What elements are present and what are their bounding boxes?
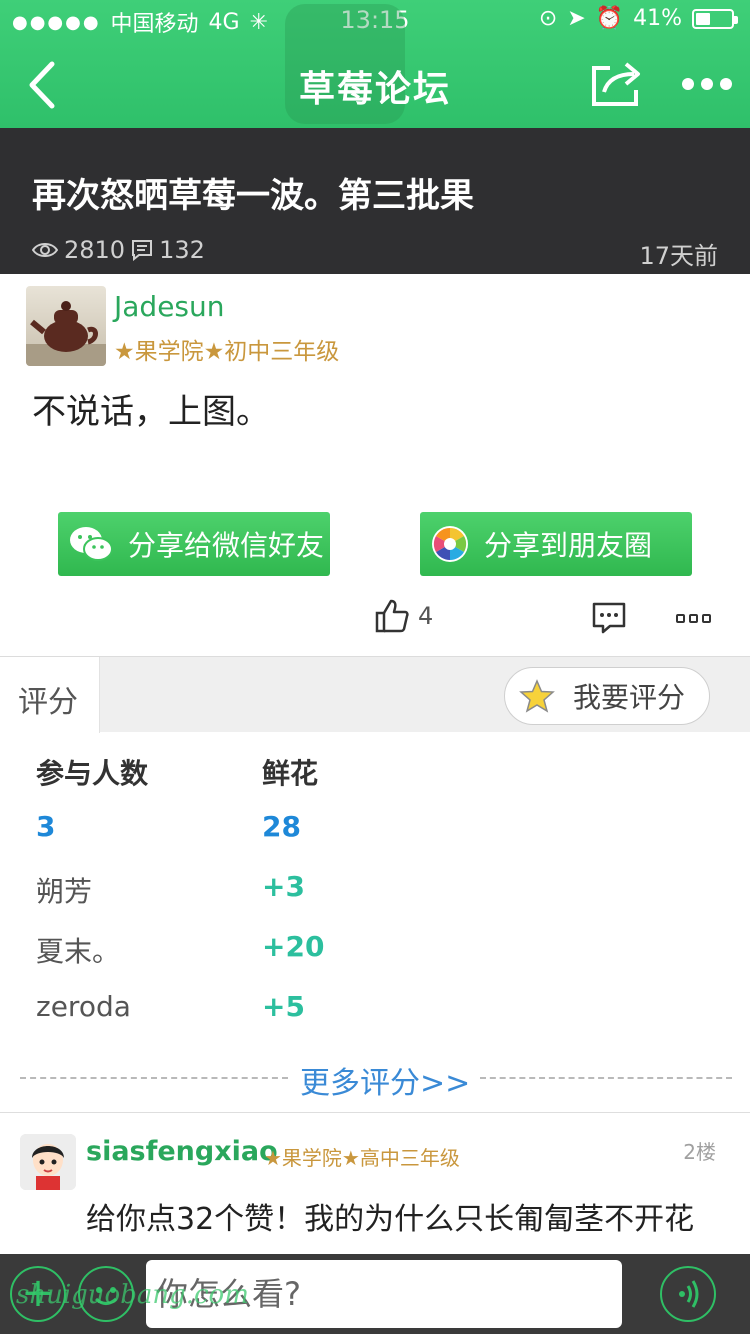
- post-more-button[interactable]: [676, 614, 711, 623]
- share-moments-label: 分享到朋友圈: [484, 529, 653, 562]
- more-menu-button[interactable]: [682, 72, 736, 96]
- battery-icon: [692, 8, 738, 29]
- comment-count: 132: [159, 236, 205, 264]
- square-dot: [702, 614, 711, 623]
- alarm-icon: ⏰: [595, 6, 624, 31]
- star-icon: [519, 679, 555, 713]
- author-avatar[interactable]: [26, 286, 106, 366]
- rating-bar: 评分 我要评分: [0, 656, 750, 733]
- dashed-divider: [480, 1077, 732, 1079]
- author-name[interactable]: Jadesun: [114, 290, 225, 323]
- rating-summary-row: 3 28: [36, 810, 636, 850]
- top-header: ●●●●● 中国移动 4G ✳ 13:15 ⊙ ➤ ⏰ 41% 草莓论坛: [0, 0, 750, 128]
- dot: [720, 78, 732, 90]
- comment-bubble-icon: [592, 602, 626, 634]
- share-icon: [592, 62, 640, 106]
- rating-row: 朔芳 +3: [36, 870, 636, 910]
- post-time: 17天前: [639, 242, 718, 270]
- share-wechat-button[interactable]: 分享给微信好友: [58, 512, 330, 576]
- flowers-header: 鲜花: [262, 757, 319, 790]
- comment-button[interactable]: [592, 602, 626, 638]
- emoji-button[interactable]: [78, 1266, 134, 1322]
- rating-row: zeroda +5: [36, 990, 636, 1030]
- rater-value: +20: [262, 930, 325, 963]
- rater-name[interactable]: 夏末。: [36, 930, 120, 970]
- like-count: 4: [418, 602, 434, 630]
- participants-count: 3: [36, 810, 56, 843]
- rater-value: +5: [262, 990, 305, 1023]
- square-dot: [689, 614, 698, 623]
- thumbs-up-icon: [375, 599, 409, 633]
- share-wechat-label: 分享给微信好友: [128, 529, 325, 562]
- rate-button[interactable]: 我要评分: [504, 667, 710, 725]
- location-icon: ➤: [567, 6, 586, 31]
- rater-name[interactable]: 朔芳: [36, 870, 92, 910]
- reply-avatar[interactable]: [20, 1134, 76, 1190]
- post-header: 再次怒晒草莓一波。第三批果 2810 132 17天前: [0, 128, 750, 274]
- view-count: 2810: [64, 236, 126, 264]
- dot: [682, 78, 694, 90]
- rotation-lock-icon: ⊙: [538, 6, 558, 31]
- rater-value: +3: [262, 870, 305, 903]
- like-button[interactable]: 4: [374, 598, 433, 634]
- post-title: 再次怒晒草莓一波。第三批果: [32, 176, 474, 216]
- voice-input-button[interactable]: [660, 1266, 716, 1322]
- tab-rating[interactable]: 评分: [0, 657, 100, 733]
- reply-author-rank: ★果学院★高中三年级: [264, 1146, 460, 1170]
- eye-icon: [32, 243, 58, 257]
- comment-count-icon: [132, 240, 153, 261]
- flowers-total: 28: [262, 810, 301, 843]
- rating-row: 夏末。 +20: [36, 930, 636, 970]
- battery-percent: 41%: [633, 6, 682, 31]
- participants-header: 参与人数: [36, 757, 149, 790]
- more-ratings-label: 更多评分>>: [300, 1066, 471, 1101]
- section-divider: [0, 1112, 750, 1113]
- share-moments-button[interactable]: 分享到朋友圈: [420, 512, 692, 576]
- post-body: 不说话，上图。: [32, 392, 270, 432]
- teapot-avatar-image: [26, 301, 106, 366]
- sound-wave-icon: [679, 1280, 699, 1308]
- square-dot: [676, 614, 685, 623]
- reply-floor: 2楼: [683, 1140, 716, 1164]
- cartoon-avatar-image: [20, 1134, 76, 1190]
- dashed-divider: [20, 1077, 288, 1079]
- moments-icon: [432, 526, 468, 562]
- share-button[interactable]: [590, 60, 646, 108]
- more-ratings-link[interactable]: 更多评分>>: [20, 1058, 732, 1101]
- rating-header-row: 参与人数 鲜花: [36, 752, 636, 792]
- reply-author-name[interactable]: siasfengxiao: [86, 1136, 278, 1167]
- dot: [701, 78, 713, 90]
- author-rank: ★果学院★初中三年级: [114, 339, 340, 365]
- smiley-icon: [94, 1287, 118, 1305]
- post-stats: 2810 132: [32, 236, 205, 264]
- wechat-icon: [70, 527, 113, 561]
- add-attachment-button[interactable]: +: [10, 1266, 66, 1322]
- comment-input[interactable]: [146, 1260, 622, 1328]
- rate-button-label: 我要评分: [573, 681, 686, 714]
- comment-input-bar: +: [0, 1254, 750, 1334]
- rater-name[interactable]: zeroda: [36, 990, 131, 1023]
